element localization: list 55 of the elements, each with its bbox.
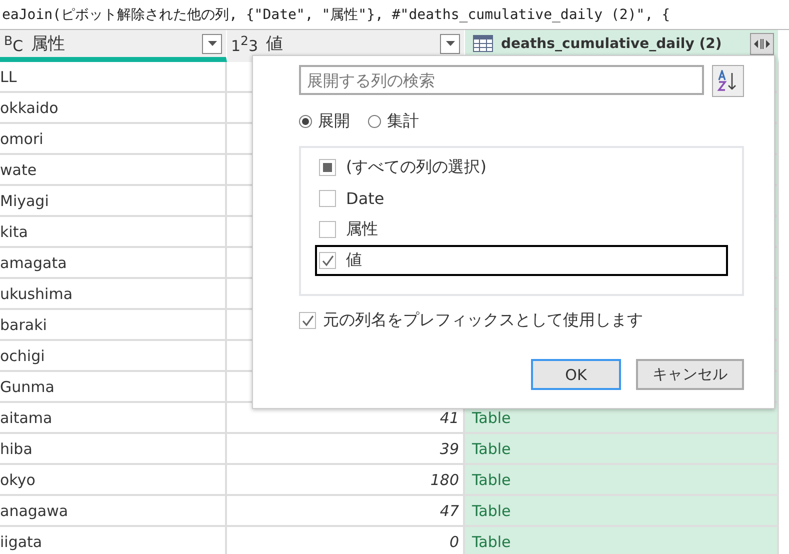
table-icon (473, 35, 493, 52)
caret-icon (208, 41, 216, 46)
table-cell: wate (0, 155, 227, 186)
checkbox[interactable] (299, 312, 316, 329)
checkbox[interactable] (319, 190, 336, 207)
expand-button[interactable] (750, 32, 774, 54)
sort-button[interactable] (712, 65, 744, 97)
table-cell: ochigi (0, 341, 227, 372)
table-cell[interactable]: Table (465, 496, 779, 527)
item-label: 値 (346, 250, 362, 271)
table-cell: amagata (0, 248, 227, 279)
filter-button[interactable] (202, 34, 222, 54)
item-label: 属性 (346, 219, 378, 240)
formula-text: eaJoin(ピボット解除された他の列, {"Date", "属性"}, #"deaths_cumulative_daily (2)", { (2, 6, 670, 24)
table-cell: omori (0, 124, 227, 155)
table-cell[interactable]: Table (465, 434, 779, 465)
type-label: $^{B}$C (4, 32, 24, 54)
table-cell: baraki (0, 310, 227, 341)
table-cell: LL (0, 62, 227, 93)
table-cell: anagawa (0, 496, 227, 527)
dialog-button[interactable]: キャンセル (636, 359, 744, 390)
item-label: (すべての列の選択) (346, 157, 486, 178)
list-item[interactable]: Date (315, 183, 728, 214)
sort-icon (717, 70, 739, 92)
radio-option[interactable]: 展開 (299, 111, 350, 132)
table-cell: Miyagi (0, 186, 227, 217)
column-name: deaths_cumulative_daily (2) (501, 36, 723, 52)
checkbox[interactable] (319, 252, 336, 269)
search-field[interactable]: 展開する列の検索 (299, 65, 704, 95)
list-item[interactable]: 値 (315, 245, 728, 276)
list-item[interactable]: 属性 (315, 214, 728, 245)
table-cell[interactable]: Table (465, 527, 779, 554)
table-cell: kita (0, 217, 227, 248)
table-cell: okkaido (0, 93, 227, 124)
item-label: Date (346, 189, 384, 208)
caret-icon (446, 41, 454, 46)
column-name: 値 (266, 33, 284, 55)
checkbox[interactable] (319, 159, 336, 176)
column-name: 属性 (31, 33, 66, 55)
radio-option[interactable]: 集計 (368, 111, 419, 132)
list-item[interactable]: (すべての列の選択) (315, 152, 728, 183)
table-cell: aitama (0, 403, 227, 434)
table-cell: hiba (0, 434, 227, 465)
filter-button[interactable] (440, 34, 460, 54)
dialog-button[interactable]: OK (531, 359, 621, 390)
table-cell: okyo (0, 465, 227, 496)
type-label: 1$^{2}$3 (231, 32, 258, 54)
table-cell: Gunma (0, 372, 227, 403)
expand-icon (753, 38, 771, 50)
table-cell[interactable]: Table (465, 465, 779, 496)
prefix-option[interactable]: 元の列名をプレフィックスとして使用します (299, 310, 744, 331)
column-header[interactable]: $^{B}$C 属性 (0, 30, 227, 62)
table-cell: ukushima (0, 279, 227, 310)
table-cell: iigata (0, 527, 227, 554)
checkbox[interactable] (319, 221, 336, 238)
